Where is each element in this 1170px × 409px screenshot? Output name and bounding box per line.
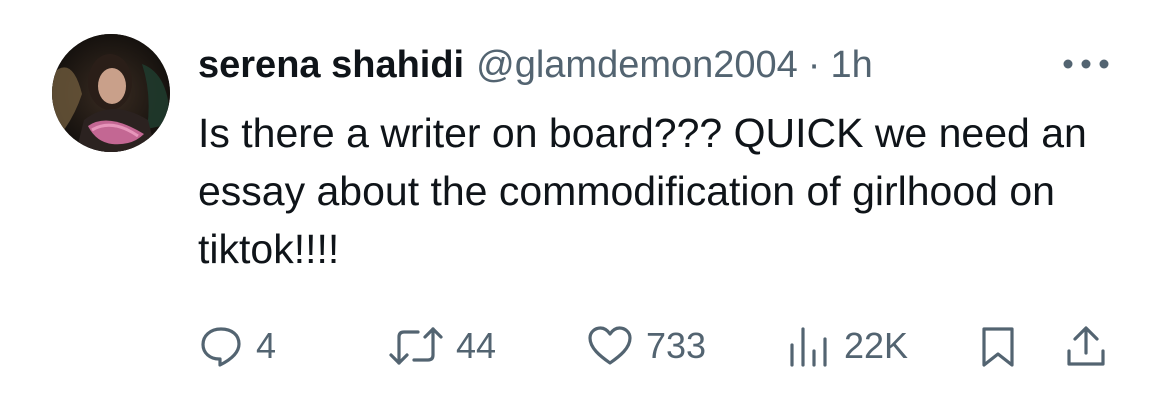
like-button[interactable]: 733 xyxy=(586,316,706,376)
share-icon xyxy=(1067,326,1105,366)
display-name[interactable]: serena shahidi xyxy=(198,44,464,87)
repost-button[interactable]: 44 xyxy=(388,316,496,376)
separator-dot: · xyxy=(807,43,821,86)
repost-icon xyxy=(389,327,443,365)
bookmark-icon xyxy=(982,327,1014,367)
views-icon xyxy=(790,327,827,367)
user-handle[interactable]: @glamdemon2004 xyxy=(476,44,798,87)
reply-button[interactable]: 4 xyxy=(198,316,276,376)
reply-count: 4 xyxy=(256,325,277,366)
repost-count: 44 xyxy=(456,325,497,366)
bookmark-button[interactable] xyxy=(978,316,1018,376)
post-timestamp[interactable]: 1h xyxy=(830,44,872,87)
more-button[interactable] xyxy=(1058,44,1114,84)
views-count: 22K xyxy=(844,325,909,366)
tweet: serena shahidi @glamdemon2004 · 1h Is th… xyxy=(0,0,1170,409)
avatar[interactable] xyxy=(52,34,170,152)
avatar-image xyxy=(52,34,170,152)
reply-icon xyxy=(201,327,241,367)
action-bar: 4 44 733 22K xyxy=(198,316,1118,376)
views-button[interactable]: 22K xyxy=(786,316,908,376)
like-count: 733 xyxy=(646,325,707,366)
post-text: Is there a writer on board??? QUICK we n… xyxy=(198,110,1087,272)
share-button[interactable] xyxy=(1064,316,1108,376)
more-icon xyxy=(1063,59,1109,69)
post-header: serena shahidi @glamdemon2004 · 1h xyxy=(198,38,873,92)
heart-icon xyxy=(588,326,632,365)
